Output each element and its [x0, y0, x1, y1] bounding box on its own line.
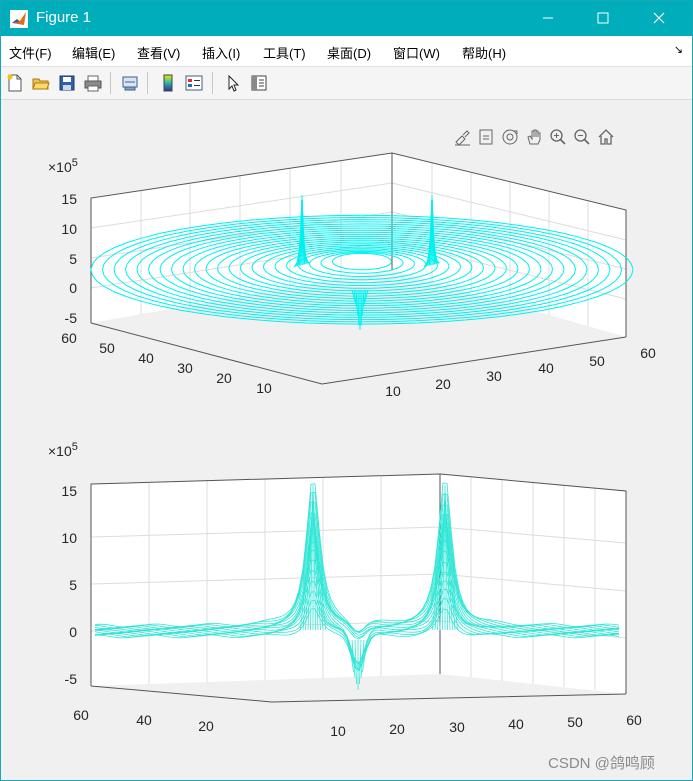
brush-icon: [455, 130, 470, 146]
zoom-in-icon: [550, 129, 566, 145]
x-tick-label: 60: [640, 345, 656, 361]
zoom-out-button[interactable]: [572, 127, 592, 147]
home-button[interactable]: [596, 127, 616, 147]
home-icon: [598, 129, 614, 145]
x-tick-label: 10: [385, 383, 401, 399]
x-tick-label: 50: [589, 353, 605, 369]
y-tick-label: 50: [99, 340, 115, 356]
pan-icon: [527, 129, 541, 145]
y-tick-label: 40: [138, 350, 154, 366]
axes-toolbar: [452, 127, 616, 147]
x-tick-label: 40: [538, 360, 554, 376]
z-tick-label: 0: [69, 624, 77, 640]
z-tick-label: 15: [61, 483, 77, 499]
x-tick-label: 30: [486, 368, 502, 384]
z-exponent-label: ×105: [48, 157, 78, 175]
z-tick-label: 5: [69, 577, 77, 593]
y-tick-label: 60: [73, 707, 89, 723]
y-tick-label: 60: [61, 330, 77, 346]
z-tick-label: 5: [69, 251, 77, 267]
z-tick-label: 10: [61, 530, 77, 546]
y-tick-label: 20: [216, 370, 232, 386]
data-tips-button[interactable]: [476, 127, 496, 147]
x-tick-label: 20: [389, 721, 405, 737]
rotate-3d-button[interactable]: [500, 127, 520, 147]
zoom-in-button[interactable]: [548, 127, 568, 147]
z-tick-label: 10: [61, 221, 77, 237]
x-tick-label: 30: [449, 719, 465, 735]
x-tick-label: 50: [567, 714, 583, 730]
axes-2[interactable]: ×105 15 10 5 0 -5 60 40 20 10 20 30 40 5…: [48, 441, 642, 739]
csdn-watermark: CSDN @鸽鸣顾: [548, 755, 655, 772]
x-tick-label: 10: [330, 723, 346, 739]
surface-dip-line: [357, 289, 360, 326]
x-tick-label: 20: [435, 376, 451, 392]
z-tick-label: 0: [69, 280, 77, 296]
y-tick-label: 40: [136, 712, 152, 728]
z-tick-label: 15: [61, 191, 77, 207]
y-tick-label: 30: [177, 360, 193, 376]
rotate-3d-icon: [502, 129, 518, 145]
zoom-out-icon: [574, 129, 590, 145]
axes-1[interactable]: ×105 15 10 5 0 -5 60 50 40 30 20 10 10 2…: [48, 152, 656, 399]
z-tick-label: -5: [65, 671, 78, 687]
brush-button[interactable]: [452, 127, 472, 147]
z-exponent-label: ×105: [48, 441, 78, 459]
y-tick-label: 20: [198, 718, 214, 734]
x-tick-label: 40: [508, 716, 524, 732]
data-tips-icon: [479, 129, 493, 145]
z-tick-label: -5: [65, 310, 78, 326]
pan-button[interactable]: [524, 127, 544, 147]
figure-plots: ×105 15 10 5 0 -5 60 50 40 30 20 10 10 2…: [48, 152, 656, 739]
x-tick-label: 60: [626, 712, 642, 728]
y-tick-label: 10: [256, 380, 272, 396]
